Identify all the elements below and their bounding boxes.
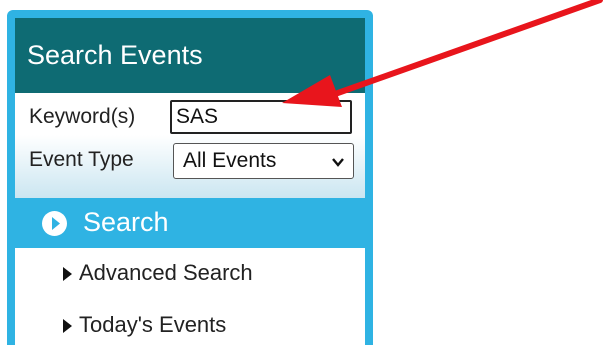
caret-right-icon [63, 319, 72, 333]
caret-right-icon [63, 267, 72, 281]
keyword-input[interactable] [170, 100, 352, 134]
play-circle-icon [42, 211, 67, 236]
todays-events-label: Today's Events [79, 312, 227, 337]
todays-events-link[interactable]: Today's Events [15, 300, 365, 345]
panel-title: Search Events [15, 18, 365, 93]
event-type-label: Event Type [29, 148, 134, 171]
screenshot-stage: Search Events Keyword(s) Event Type All … [0, 0, 603, 345]
advanced-search-label: Advanced Search [79, 260, 253, 285]
event-type-selected-value: All Events [183, 149, 277, 172]
event-type-select[interactable]: All Events [173, 143, 354, 179]
search-events-panel: Search Events Keyword(s) Event Type All … [7, 10, 373, 345]
search-button[interactable]: Search [15, 198, 365, 248]
chevron-down-icon [332, 158, 344, 167]
keyword-label: Keyword(s) [29, 105, 136, 128]
search-events-panel-body: Search Events Keyword(s) Event Type All … [15, 18, 365, 345]
search-form: Keyword(s) Event Type All Events [15, 93, 365, 198]
advanced-search-link[interactable]: Advanced Search [15, 248, 365, 300]
search-button-label: Search [83, 207, 169, 237]
